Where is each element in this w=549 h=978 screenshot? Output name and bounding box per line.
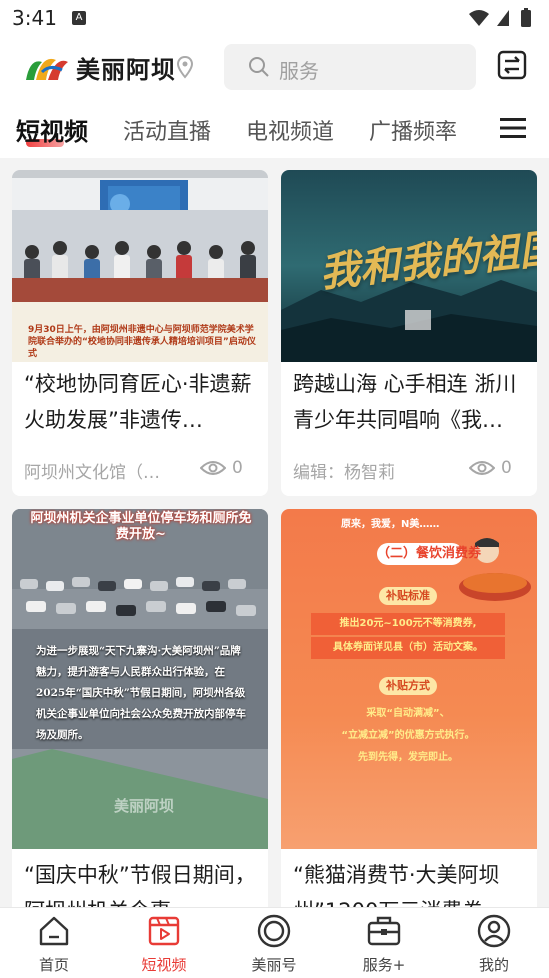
scan-icon[interactable]	[497, 50, 527, 80]
eye-icon	[468, 461, 496, 475]
thumbnail-line-2: 具体券面详见县（市）活动文案。	[311, 637, 505, 659]
nav-meili-hao-label: 美丽号	[251, 956, 297, 974]
thumbnail-caption: 9月30日上午，由阿坝州非遗中心与阿坝师范学院美术学院联合举办的“校地协同非遗传…	[28, 325, 256, 359]
nav-profile-label: 我的	[478, 956, 509, 974]
thumbnail-line-5: 先到先得，发完即止。	[358, 752, 458, 763]
tag-subsidy-method: 补贴方式	[379, 677, 437, 695]
location-pin-icon[interactable]	[176, 55, 194, 79]
status-time: 3:41	[12, 6, 57, 30]
video-source: 编辑：杨智莉	[293, 463, 395, 483]
tab-radio[interactable]: 广播频率	[369, 114, 457, 146]
app-name: 美丽阿坝	[76, 56, 176, 84]
nav-home[interactable]: 首页	[14, 914, 94, 975]
wifi-icon	[469, 10, 489, 26]
eye-icon	[199, 461, 227, 475]
view-count-value: 0	[501, 458, 512, 478]
nav-meili-hao[interactable]: 美丽号	[234, 914, 314, 975]
app-header: 美丽阿坝 服务	[0, 36, 549, 100]
tab-live[interactable]: 活动直播	[123, 114, 211, 146]
search-bar[interactable]: 服务	[224, 44, 476, 90]
app-logo-icon	[26, 58, 68, 80]
video-source: 阿坝州文化馆（…	[24, 463, 160, 483]
nav-profile[interactable]: 我的	[454, 914, 534, 975]
search-icon	[249, 57, 269, 77]
status-icons	[467, 8, 539, 32]
menu-icon[interactable]	[500, 116, 526, 140]
thumbnail-banner: 阿坝州机关企事业单位停车场和厕所免费开放~	[30, 511, 252, 542]
view-count: 0	[468, 458, 512, 478]
user-icon	[477, 914, 511, 948]
thumbnail-top-text: 原来，我爱，N美……	[341, 519, 440, 530]
status-bar: 3:41 A	[0, 0, 549, 36]
thumbnail-line-1: 推出20元~100元不等消费券,	[311, 613, 505, 635]
signal-icon	[497, 10, 509, 26]
tag-subsidy-standard: 补贴标准	[379, 587, 437, 605]
thumbnail-heading: （二）餐饮消费券	[377, 543, 481, 565]
video-title: 跨越山海 心手相连 浙川青少年共同唱响《我…	[293, 372, 517, 432]
video-thumbnail: 我和我的祖国	[281, 170, 537, 362]
circle-icon	[257, 914, 291, 948]
search-placeholder: 服务	[279, 59, 319, 83]
view-count: 0	[199, 458, 243, 478]
thumbnail-line-4: “立减立减”的优惠方式执行。	[341, 730, 475, 741]
watermark: 美丽阿坝	[114, 797, 175, 815]
nav-home-label: 首页	[38, 956, 69, 974]
video-icon	[148, 916, 180, 946]
video-card[interactable]: 原来，我爱，N美…… （二）餐饮消费券 补贴标准 推出20元~100元不等消费券…	[281, 509, 537, 939]
home-icon	[39, 916, 69, 946]
video-title: “国庆中秋”节假日期间，阿坝州机关企事…	[24, 863, 256, 911]
food-illustration-icon	[459, 538, 531, 601]
battery-icon	[521, 10, 531, 27]
video-title: “校地协同育匠心·非遗薪火助发展”非遗传…	[24, 372, 252, 432]
briefcase-icon	[367, 916, 401, 946]
nav-short-video-label: 短视频	[141, 956, 187, 974]
video-thumbnail: 9月30日上午，由阿坝州非遗中心与阿坝师范学院美术学院联合举办的“校地协同非遗传…	[12, 170, 268, 362]
bottom-navigation: 首页 短视频 美丽号 服务+ 我的	[0, 907, 549, 978]
nav-service[interactable]: 服务+	[344, 914, 424, 975]
video-thumbnail: 原来，我爱，N美…… （二）餐饮消费券 补贴标准 推出20元~100元不等消费券…	[281, 509, 537, 849]
video-card[interactable]: 9月30日上午，由阿坝州非遗中心与阿坝师范学院美术学院联合举办的“校地协同非遗传…	[12, 170, 268, 496]
video-card[interactable]: 阿坝州机关企事业单位停车场和厕所免费开放~ 为进一步展现“天下九寨沟·大美阿坝州…	[12, 509, 268, 939]
tab-short-video[interactable]: 短视频	[16, 112, 88, 147]
video-card[interactable]: 我和我的祖国 跨越山海 心手相连 浙川青少年共同唱响《我… 编辑：杨智莉 0	[281, 170, 537, 496]
thumbnail-caption: 为进一步展现“天下九寨沟·大美阿坝州”品牌魅力，提升游客与人民群众出行体验，在2…	[36, 645, 246, 741]
view-count-value: 0	[232, 458, 243, 478]
category-tabs: 短视频 活动直播 电视频道 广播频率	[0, 100, 549, 158]
notification-icon: A	[72, 11, 86, 25]
thumbnail-line-3: 采取“自动满减”、	[366, 708, 450, 719]
video-title: “熊猫消费节·大美阿坝州”1200万元消费券…	[293, 863, 505, 911]
nav-service-label: 服务+	[362, 956, 406, 974]
tab-tv-channel[interactable]: 电视频道	[246, 114, 334, 146]
nav-short-video[interactable]: 短视频	[124, 914, 204, 975]
video-thumbnail: 阿坝州机关企事业单位停车场和厕所免费开放~ 为进一步展现“天下九寨沟·大美阿坝州…	[12, 509, 268, 849]
